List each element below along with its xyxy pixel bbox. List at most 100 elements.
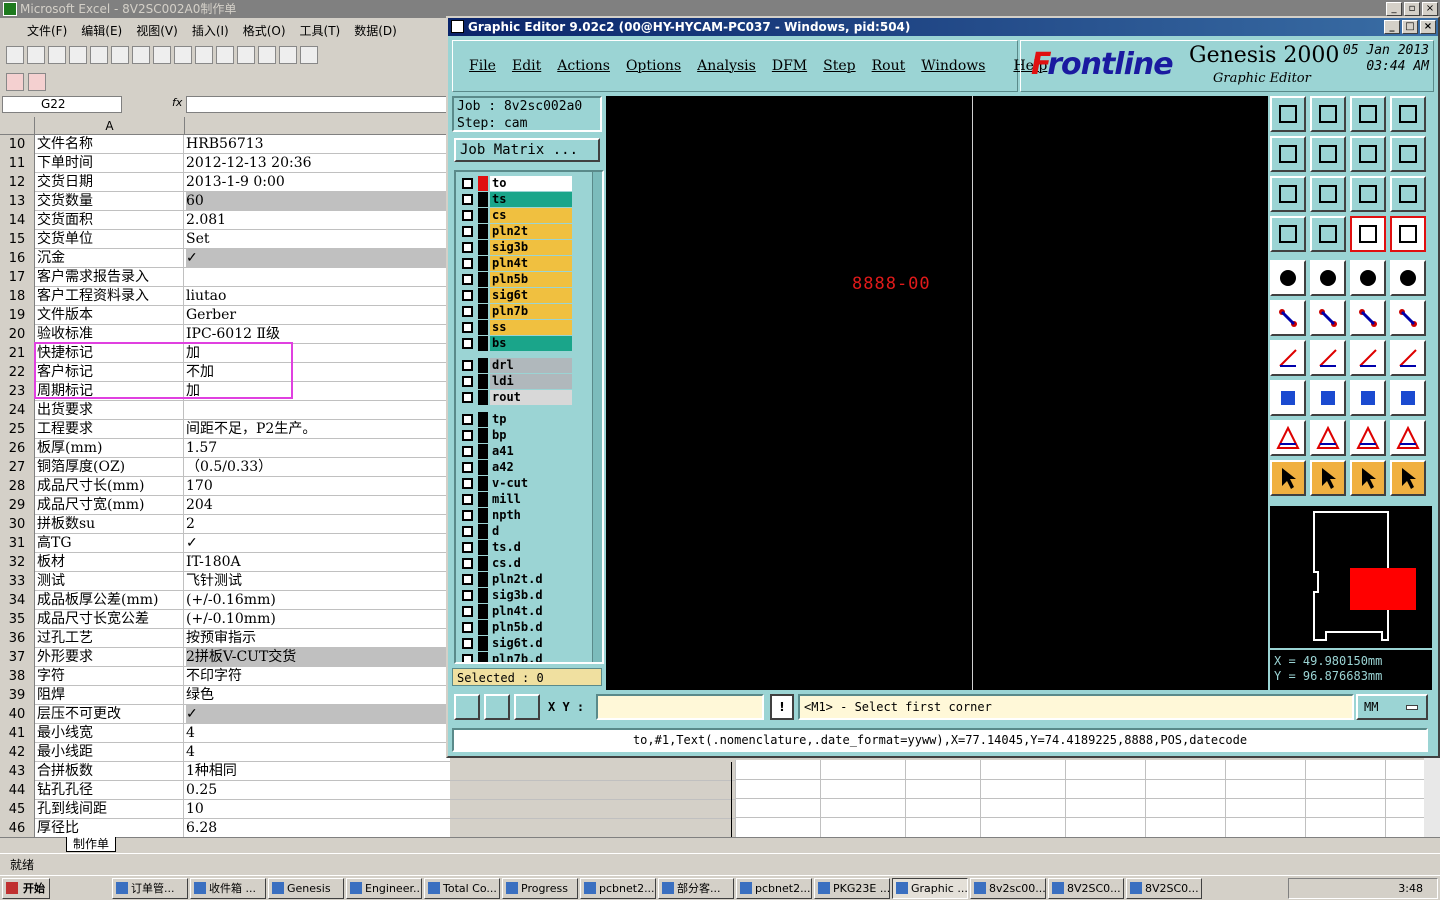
layer-name[interactable]: pln4t.d xyxy=(490,604,572,619)
triangle-c-icon[interactable] xyxy=(1350,420,1386,456)
taskbar-item[interactable]: pcbnet2... xyxy=(736,877,812,899)
layer-scrollbar[interactable] xyxy=(592,172,602,662)
layer-checkbox[interactable] xyxy=(462,558,473,569)
layer-row[interactable]: ts.d xyxy=(458,540,576,555)
layer-checkbox[interactable] xyxy=(462,494,473,505)
genesis-maximize-button[interactable]: □ xyxy=(1402,20,1418,34)
open-icon[interactable] xyxy=(27,46,45,64)
layer-checkbox[interactable] xyxy=(462,462,473,473)
layer-checkbox[interactable] xyxy=(462,290,473,301)
cell-a[interactable]: 层压不可更改 xyxy=(37,705,184,724)
layer-name[interactable]: v-cut xyxy=(490,476,572,491)
cell-b[interactable]: 1种相同 xyxy=(186,762,732,781)
layer-name[interactable]: npth xyxy=(490,508,572,523)
fx-icon[interactable]: fx xyxy=(172,96,182,109)
name-box[interactable]: G22 xyxy=(2,96,122,113)
cell-b[interactable]: 2012-12-13 20:36 xyxy=(186,154,448,173)
cell-b[interactable]: 不印字符 xyxy=(186,667,448,686)
cell-b[interactable]: 1.57 xyxy=(186,439,448,458)
zoom-fit-icon[interactable] xyxy=(1270,176,1306,212)
cell-a[interactable]: 交货数量 xyxy=(37,192,184,211)
layer-checkbox[interactable] xyxy=(462,510,473,521)
row-number[interactable]: 19 xyxy=(0,306,35,325)
row-number[interactable]: 46 xyxy=(0,819,35,838)
cell-a[interactable]: 拼板数su xyxy=(37,515,184,534)
net-compare-icon[interactable] xyxy=(1390,216,1426,252)
cell-a[interactable]: 交货日期 xyxy=(37,173,184,192)
start-button[interactable]: 开始 xyxy=(2,877,50,899)
cell-b[interactable]: 0.25 xyxy=(186,781,732,800)
layer-name[interactable]: rout xyxy=(490,390,572,405)
row-number[interactable]: 39 xyxy=(0,686,35,705)
print-preview-icon[interactable] xyxy=(111,46,129,64)
layer-checkbox[interactable] xyxy=(462,322,473,333)
row-number[interactable]: 41 xyxy=(0,724,35,743)
row-number[interactable]: 33 xyxy=(0,572,35,591)
layer-row[interactable]: bp xyxy=(458,428,576,443)
row-number[interactable]: 34 xyxy=(0,591,35,610)
select-all-corner[interactable] xyxy=(0,117,35,135)
layer-checkbox[interactable] xyxy=(462,414,473,425)
cell-a[interactable]: 钻孔孔径 xyxy=(37,781,184,800)
taskbar-item[interactable]: Genesis xyxy=(268,877,344,899)
cell-b[interactable] xyxy=(186,268,448,287)
cell-b[interactable]: 绿色 xyxy=(186,686,448,705)
genesis-menu-file[interactable]: File xyxy=(461,58,504,74)
layer-row[interactable]: ss xyxy=(458,320,576,335)
help-icon[interactable] xyxy=(1390,176,1426,212)
layer-name[interactable]: sig6t xyxy=(490,288,572,303)
pad-move-icon[interactable] xyxy=(1270,380,1306,416)
layer-name[interactable]: sig6t.d xyxy=(490,636,572,651)
layer-checkbox[interactable] xyxy=(462,526,473,537)
cell-a[interactable]: 交货面积 xyxy=(37,211,184,230)
excel-menu-item[interactable]: 视图(V) xyxy=(129,22,185,39)
cell-b[interactable]: 4 xyxy=(186,724,448,743)
layer-name[interactable]: a42 xyxy=(490,460,572,475)
layer-checkbox[interactable] xyxy=(462,274,473,285)
select-polygon-icon[interactable] xyxy=(1350,460,1386,496)
horizontal-scrollbar[interactable] xyxy=(860,837,1440,853)
row-number[interactable]: 35 xyxy=(0,610,35,629)
pdf-convert-icon[interactable] xyxy=(6,73,24,91)
genesis-menu-dfm[interactable]: DFM xyxy=(764,58,815,74)
layer-checkbox[interactable] xyxy=(462,446,473,457)
row-number[interactable]: 16 xyxy=(0,249,35,268)
layer-name[interactable]: to xyxy=(490,176,572,191)
layer-row[interactable]: pln2t xyxy=(458,224,576,239)
add-shape-icon[interactable] xyxy=(1310,260,1346,296)
taskbar-item[interactable]: 8V2SC0... xyxy=(1048,877,1124,899)
cell-a[interactable]: 工程要求 xyxy=(37,420,184,439)
layer-row[interactable]: pln4t xyxy=(458,256,576,271)
cell-a[interactable]: 成品尺寸长(mm) xyxy=(37,477,184,496)
cell-b[interactable]: ✓ xyxy=(186,705,448,724)
layer-row[interactable]: pln4t.d xyxy=(458,604,576,619)
layer-row[interactable]: cs.d xyxy=(458,556,576,571)
zoom-window-icon[interactable] xyxy=(454,694,480,720)
row-number[interactable]: 20 xyxy=(0,325,35,344)
cell-b[interactable]: 204 xyxy=(186,496,448,515)
grid-icon[interactable] xyxy=(1310,216,1346,252)
row-number[interactable]: 29 xyxy=(0,496,35,515)
mini-map[interactable] xyxy=(1270,506,1432,648)
layer-name[interactable]: mill xyxy=(490,492,572,507)
layer-row[interactable]: ts xyxy=(458,192,576,207)
cell-b[interactable]: (+/-0.10mm) xyxy=(186,610,448,629)
genesis-close-button[interactable]: × xyxy=(1420,20,1436,34)
close-button[interactable]: × xyxy=(1422,2,1438,16)
layer-row[interactable]: a42 xyxy=(458,460,576,475)
cell-b[interactable]: 按预审指示 xyxy=(186,629,448,648)
cell-b[interactable]: IT-180A xyxy=(186,553,448,572)
row-number[interactable]: 14 xyxy=(0,211,35,230)
row-number[interactable]: 27 xyxy=(0,458,35,477)
angle-icon[interactable] xyxy=(1270,340,1306,376)
layer-checkbox[interactable] xyxy=(462,178,473,189)
cell-a[interactable]: 最小线距 xyxy=(37,743,184,762)
genesis-menu-actions[interactable]: Actions xyxy=(549,58,618,74)
layer-row[interactable]: sig3b xyxy=(458,240,576,255)
layer-name[interactable]: pln5b.d xyxy=(490,620,572,635)
cell-a[interactable]: 合拼板数 xyxy=(37,762,184,781)
ruler-icon[interactable] xyxy=(1350,260,1386,296)
pan-left-icon[interactable] xyxy=(1270,136,1306,172)
cell-b[interactable]: Set xyxy=(186,230,448,249)
layer-checkbox[interactable] xyxy=(462,478,473,489)
